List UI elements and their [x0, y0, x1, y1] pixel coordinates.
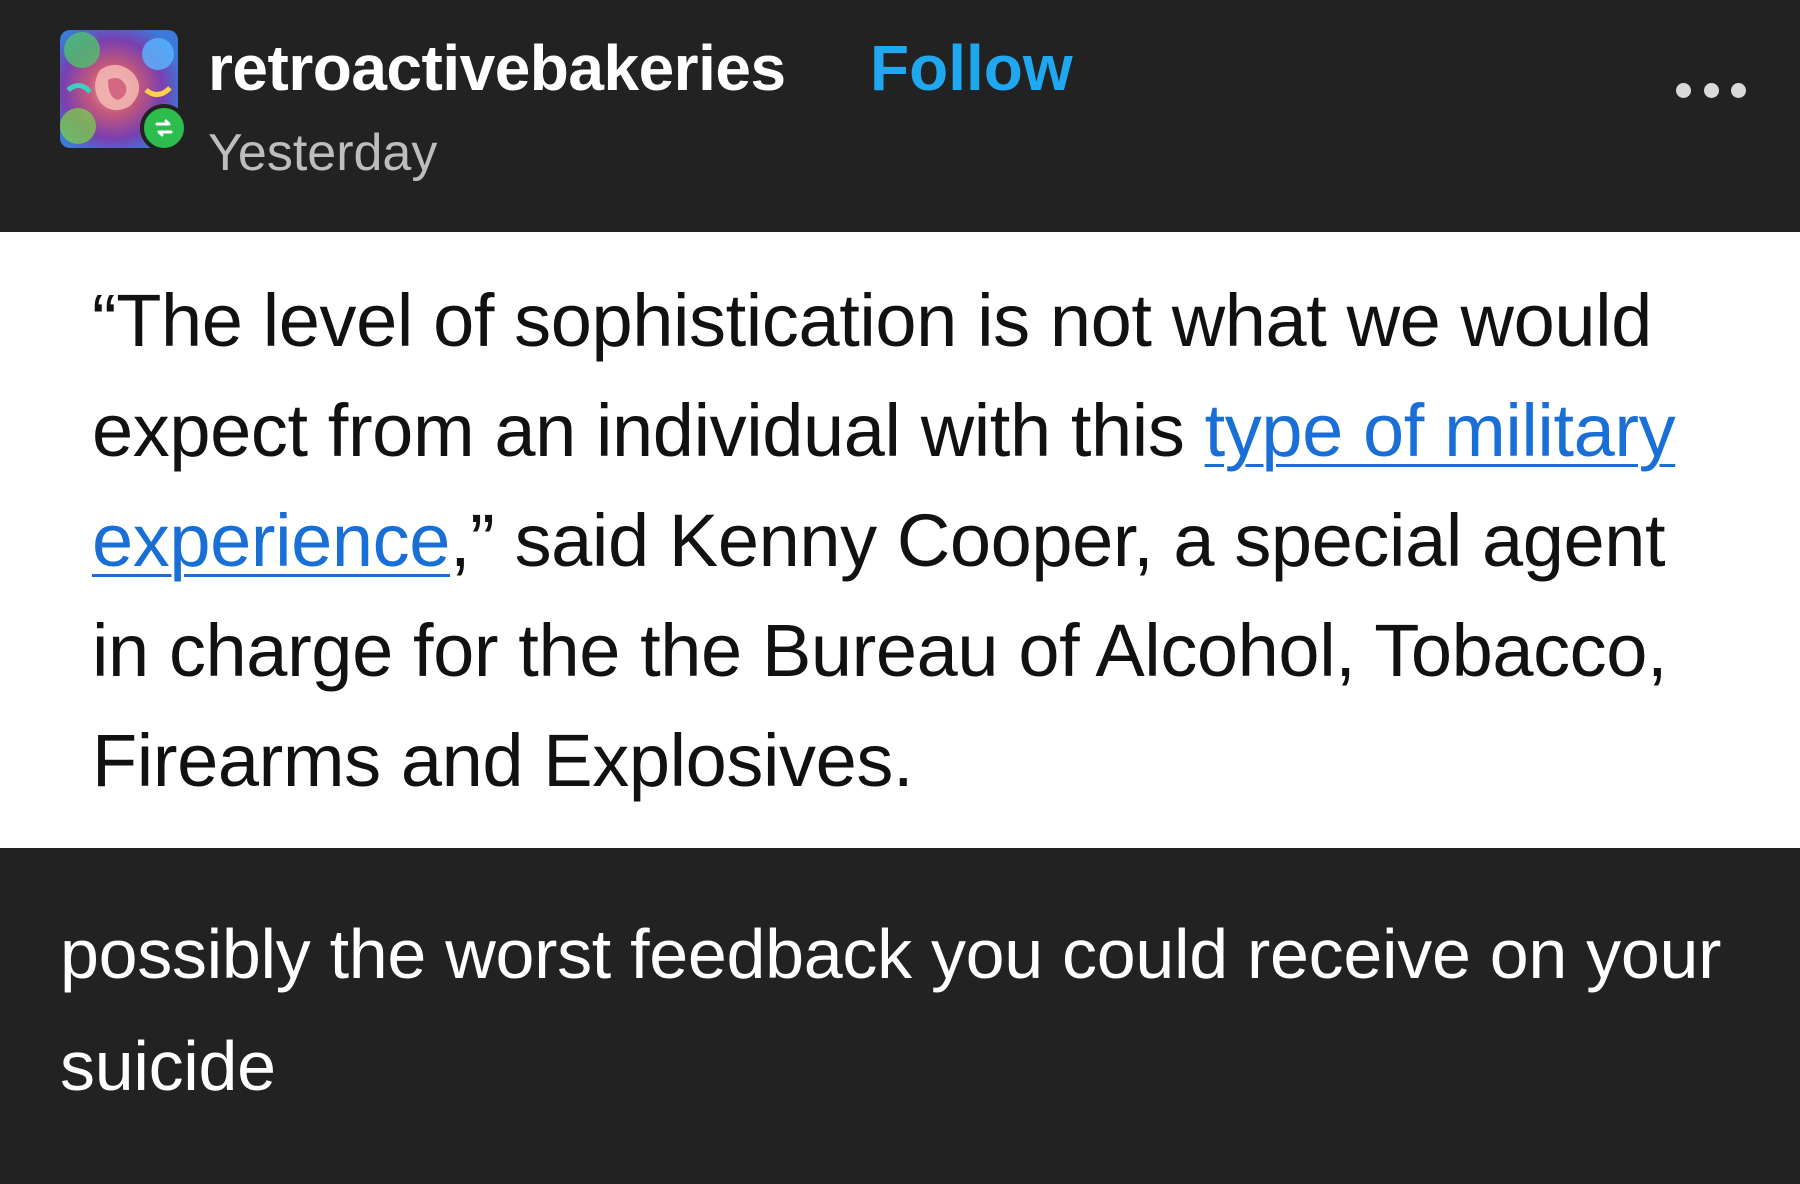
post-timestamp: Yesterday: [208, 124, 438, 182]
more-options-icon[interactable]: [1676, 70, 1746, 110]
more-dot: [1676, 82, 1691, 98]
post-header: retroactivebakeries Follow Yesterday: [0, 0, 1800, 232]
more-dot: [1703, 82, 1719, 98]
more-dot: [1731, 82, 1746, 98]
follow-button[interactable]: Follow: [870, 28, 1073, 108]
quote-text: “The level of sophistication is not what…: [92, 266, 1732, 816]
post-caption: possibly the worst feedback you could re…: [60, 915, 1722, 1105]
username[interactable]: retroactivebakeries: [208, 28, 786, 108]
post: retroactivebakeries Follow Yesterday “Th…: [0, 0, 1800, 1184]
quoted-screenshot: “The level of sophistication is not what…: [0, 232, 1800, 848]
reblog-icon: [140, 104, 188, 152]
